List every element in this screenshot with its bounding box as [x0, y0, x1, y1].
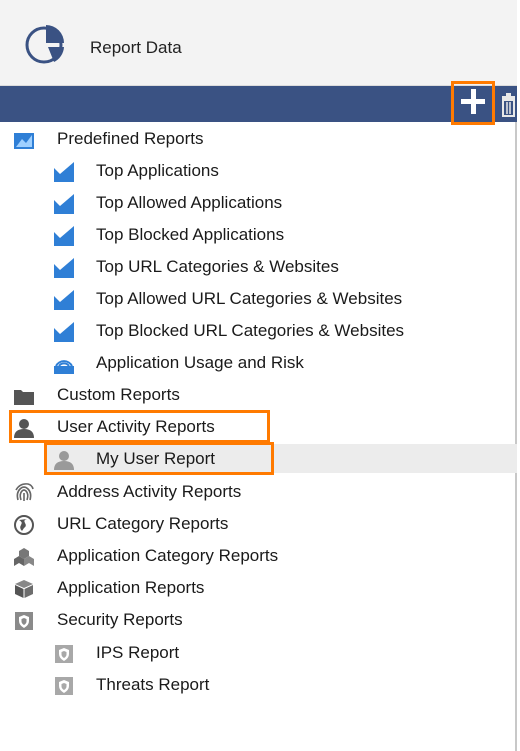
plus-icon-stroke — [471, 89, 476, 114]
tree-item-label: Top Allowed Applications — [96, 193, 283, 212]
pie-chart-icon — [25, 25, 64, 64]
tree-item-top-allowed-url-categories[interactable]: Top Allowed URL Categories & Websites — [44, 285, 514, 313]
user-icon — [14, 419, 34, 438]
tree-node-application-category-reports[interactable]: Application Category Reports — [0, 542, 517, 570]
user-icon — [54, 451, 74, 470]
report-folder-icon — [14, 133, 34, 149]
usage-risk-icon — [54, 360, 74, 374]
tree-item-top-applications[interactable]: Top Applications — [44, 157, 514, 185]
tree-item-label: Application Usage and Risk — [96, 353, 304, 372]
report-icon — [54, 162, 74, 182]
tree-node-security-reports[interactable]: Security Reports — [0, 606, 517, 634]
toolbar — [0, 86, 517, 122]
report-icon — [54, 322, 74, 342]
tree-node-label: Application Reports — [57, 578, 205, 597]
tree-node-label: Address Activity Reports — [57, 482, 242, 501]
tree-item-top-blocked-url-categories[interactable]: Top Blocked URL Categories & Websites — [44, 317, 514, 345]
tree-node-address-activity-reports[interactable]: Address Activity Reports — [0, 478, 517, 506]
tree-node-label: URL Category Reports — [57, 514, 229, 533]
tree-node-label: Security Reports — [57, 610, 183, 629]
tree-node-label: Application Category Reports — [57, 546, 279, 565]
tree-item-ips-report[interactable]: IPS Report — [44, 639, 514, 667]
tree-item-label: My User Report — [96, 449, 216, 468]
tree-node-label: Custom Reports — [57, 385, 180, 404]
tree-item-my-user-report[interactable]: My User Report — [44, 445, 514, 473]
report-icon — [54, 226, 74, 246]
report-icon — [54, 290, 74, 310]
tree-node-predefined-reports[interactable]: Predefined Reports — [0, 125, 517, 153]
tree-node-custom-reports[interactable]: Custom Reports — [0, 381, 517, 409]
shield-icon — [55, 677, 73, 695]
tree-item-label: IPS Report — [96, 643, 180, 662]
fingerprint-icon — [15, 483, 34, 501]
tree-node-url-category-reports[interactable]: URL Category Reports — [0, 510, 517, 538]
trash-icon[interactable] — [500, 93, 517, 117]
globe-icon — [14, 515, 34, 535]
folder-icon — [14, 390, 34, 405]
tree-node-user-activity-reports[interactable]: User Activity Reports — [0, 413, 517, 441]
shield-icon — [15, 612, 33, 630]
tree-node-label: Predefined Reports — [57, 129, 204, 148]
tree-item-top-allowed-applications[interactable]: Top Allowed Applications — [44, 189, 514, 217]
cubes-icon — [14, 548, 34, 566]
shield-icon — [55, 645, 73, 663]
tree-node-application-reports[interactable]: Application Reports — [0, 574, 517, 602]
tree-item-top-url-categories[interactable]: Top URL Categories & Websites — [44, 253, 514, 281]
tree-item-label: Threats Report — [96, 675, 210, 694]
tree-item-top-blocked-applications[interactable]: Top Blocked Applications — [44, 221, 514, 249]
report-data-panel: Report Data Predefined Reports Top Appli… — [0, 0, 517, 751]
tree-item-label: Top Applications — [96, 161, 219, 180]
tree-item-label: Top Blocked Applications — [96, 225, 285, 244]
tree-item-label: Top Blocked URL Categories & Websites — [96, 321, 405, 340]
report-icon — [54, 258, 74, 278]
cube-icon — [15, 580, 33, 598]
tree-item-label: Top URL Categories & Websites — [96, 257, 339, 276]
tree-item-threats-report[interactable]: Threats Report — [44, 671, 514, 699]
tree-node-label: User Activity Reports — [57, 417, 215, 436]
report-icon — [54, 194, 74, 214]
panel-title: Report Data — [90, 38, 182, 57]
tree-item-label: Top Allowed URL Categories & Websites — [96, 289, 403, 308]
panel-header: Report Data — [0, 0, 517, 86]
add-report-button[interactable] — [451, 81, 495, 125]
tree-item-application-usage-risk[interactable]: Application Usage and Risk — [44, 349, 514, 377]
